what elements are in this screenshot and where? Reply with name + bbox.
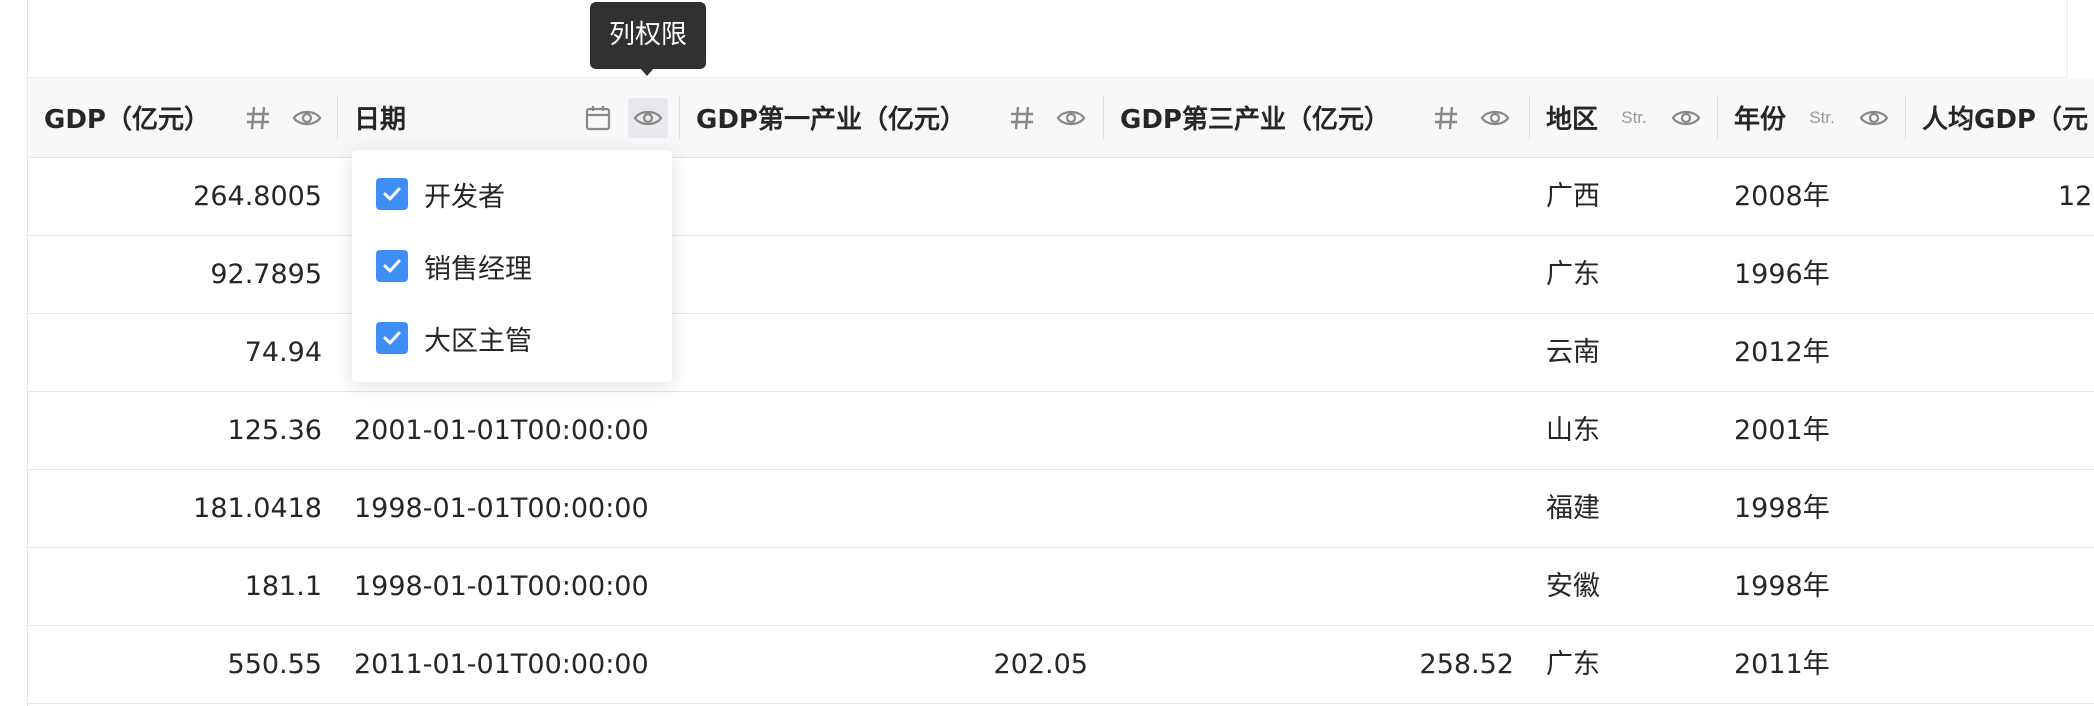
cell-region: 云南	[1546, 337, 1600, 368]
table-row[interactable]: 181.1 1998-01-01T00:00:00 安徽 1998年	[28, 548, 2094, 626]
eye-icon[interactable]	[1051, 98, 1091, 138]
table-row[interactable]: 264.8005 广西 2008年 122	[28, 158, 2094, 236]
cell-year: 1996年	[1734, 259, 1830, 290]
cell-region: 广东	[1546, 649, 1600, 680]
cell-date: 2011-01-01T00:00:00	[354, 649, 649, 680]
toolbar-area	[28, 0, 2068, 78]
cell-gdp-tertiary	[1104, 158, 1514, 236]
data-table: GDP（亿元） 日期 GDP第一产业（亿元） GDP第三产业（亿元） 地区 St…	[28, 78, 2094, 704]
cell-region: 广西	[1546, 181, 1600, 212]
column-title: 日期	[354, 105, 407, 135]
column-header-gdp-primary[interactable]: GDP第一产业（亿元）	[680, 78, 1104, 158]
number-type-icon[interactable]	[1426, 98, 1466, 138]
table-row[interactable]: 181.0418 1998-01-01T00:00:00 福建 1998年	[28, 470, 2094, 548]
tooltip: 列权限	[590, 2, 706, 69]
cell-per-capita-gdp	[1906, 470, 2094, 548]
string-type-label: Str.	[1621, 108, 1647, 127]
table-row[interactable]: 74.94 云南 2012年	[28, 314, 2094, 392]
cell-per-capita-gdp	[1906, 626, 2094, 704]
cell-region: 山东	[1546, 415, 1600, 446]
eye-icon[interactable]	[1666, 98, 1706, 138]
cell-gdp-primary	[680, 236, 1088, 314]
cell-per-capita-gdp	[1906, 314, 2094, 392]
number-type-icon[interactable]	[1002, 98, 1042, 138]
column-header-gdp[interactable]: GDP（亿元）	[28, 78, 338, 158]
cell-year: 2012年	[1734, 337, 1830, 368]
cell-gdp-tertiary	[1104, 314, 1514, 392]
table-body: 264.8005 广西 2008年 122 92.7895 广东 1996年 74.94 云南 2…	[28, 158, 2094, 704]
cell-gdp: 181.1	[244, 571, 322, 602]
cell-gdp: 92.7895	[210, 259, 322, 290]
column-header-date[interactable]: 日期	[338, 78, 680, 158]
cell-gdp-primary	[680, 470, 1088, 548]
column-title: 年份	[1734, 105, 1787, 135]
calendar-icon[interactable]	[578, 98, 618, 138]
column-title: 人均GDP（元	[1922, 105, 2088, 135]
table-header: GDP（亿元） 日期 GDP第一产业（亿元） GDP第三产业（亿元） 地区 St…	[28, 78, 2094, 158]
column-title: GDP（亿元）	[44, 105, 210, 135]
permission-option-label: 大区主管	[424, 325, 532, 357]
eye-icon[interactable]	[628, 98, 668, 138]
cell-date: 1998-01-01T00:00:00	[354, 493, 649, 524]
column-header-year[interactable]: 年份 Str.	[1718, 78, 1906, 158]
cell-year: 1998年	[1734, 571, 1830, 602]
permission-option[interactable]: 大区主管	[376, 320, 532, 357]
string-type-icon[interactable]: Str.	[1614, 98, 1654, 138]
column-title: GDP第一产业（亿元）	[696, 105, 966, 135]
checkbox-checked-icon[interactable]	[376, 178, 408, 210]
cell-year: 2011年	[1734, 649, 1830, 680]
column-title: 地区	[1546, 105, 1599, 135]
cell-gdp: 74.94	[244, 337, 322, 368]
checkbox-checked-icon[interactable]	[376, 250, 408, 282]
cell-per-capita-gdp	[1906, 236, 2094, 314]
cell-gdp-primary	[680, 392, 1088, 470]
cell-gdp: 264.8005	[193, 181, 322, 212]
number-type-icon[interactable]	[238, 98, 278, 138]
cell-per-capita-gdp	[1906, 392, 2094, 470]
cell-gdp-tertiary	[1104, 470, 1514, 548]
cell-gdp-primary	[680, 158, 1088, 236]
cell-gdp: 181.0418	[193, 493, 322, 524]
column-header-per-capita-gdp[interactable]: 人均GDP（元	[1906, 78, 2094, 158]
cell-gdp-primary	[680, 548, 1088, 626]
cell-region: 安徽	[1546, 571, 1600, 602]
table-row[interactable]: 550.55 2011-01-01T00:00:00 202.05 258.52 广东 2…	[28, 626, 2094, 704]
cell-region: 广东	[1546, 259, 1600, 290]
column-title: GDP第三产业（亿元）	[1120, 105, 1390, 135]
column-header-region[interactable]: 地区 Str.	[1530, 78, 1718, 158]
cell-gdp: 125.36	[227, 415, 322, 446]
permission-dropdown: 开发者 销售经理 大区主管	[352, 150, 672, 382]
cell-gdp-tertiary	[1104, 548, 1514, 626]
cell-year: 1998年	[1734, 493, 1830, 524]
cell-year: 2008年	[1734, 181, 1830, 212]
column-header-gdp-tertiary[interactable]: GDP第三产业（亿元）	[1104, 78, 1530, 158]
cell-year: 2001年	[1734, 415, 1830, 446]
eye-icon[interactable]	[1475, 98, 1515, 138]
cell-date: 2001-01-01T00:00:00	[354, 415, 649, 446]
table-row[interactable]: 125.36 2001-01-01T00:00:00 山东 2001年	[28, 392, 2094, 470]
tooltip-arrow	[640, 68, 654, 76]
string-type-icon[interactable]: Str.	[1802, 98, 1842, 138]
checkbox-checked-icon[interactable]	[376, 322, 408, 354]
cell-gdp-tertiary	[1104, 236, 1514, 314]
cell-gdp-tertiary: 258.52	[1419, 649, 1514, 680]
cell-gdp: 550.55	[227, 649, 322, 680]
cell-per-capita-gdp	[1906, 548, 2094, 626]
string-type-label: Str.	[1809, 108, 1835, 127]
cell-gdp-primary: 202.05	[993, 649, 1088, 680]
permission-option-label: 开发者	[424, 181, 505, 213]
cell-date: 1998-01-01T00:00:00	[354, 571, 649, 602]
table-row[interactable]: 92.7895 广东 1996年	[28, 236, 2094, 314]
permission-option[interactable]: 销售经理	[376, 248, 532, 285]
cell-region: 福建	[1546, 493, 1600, 524]
eye-icon[interactable]	[287, 98, 327, 138]
permission-option-label: 销售经理	[424, 253, 532, 285]
eye-icon[interactable]	[1854, 98, 1894, 138]
cell-gdp-primary	[680, 314, 1088, 392]
table-panel: GDP（亿元） 日期 GDP第一产业（亿元） GDP第三产业（亿元） 地区 St…	[27, 0, 2094, 706]
permission-option[interactable]: 开发者	[376, 176, 505, 213]
cell-gdp-tertiary	[1104, 392, 1514, 470]
cell-per-capita-gdp: 122	[2058, 181, 2094, 212]
